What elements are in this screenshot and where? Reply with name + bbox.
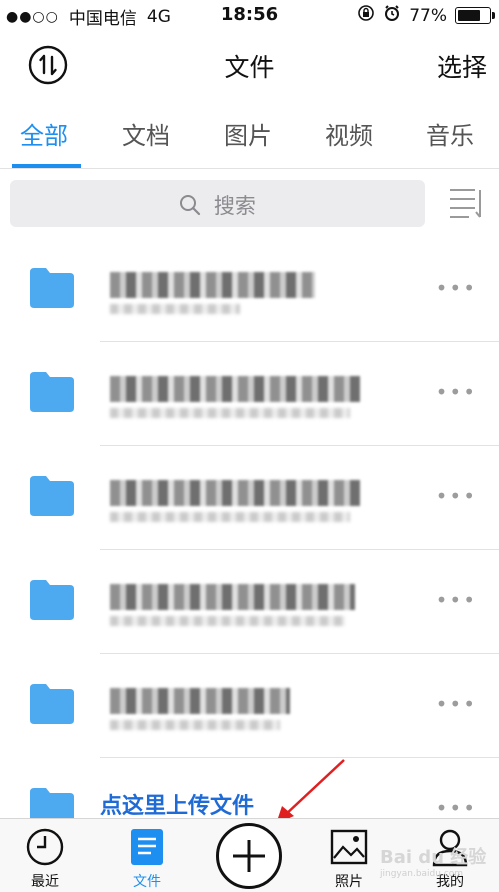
nav-header: 文件 选择 [0, 32, 499, 102]
alarm-icon [383, 4, 401, 27]
tab-images[interactable]: 图片 [224, 116, 272, 151]
folder-icon [30, 684, 74, 724]
more-icon[interactable]: ••• [436, 796, 477, 820]
folder-icon [30, 580, 74, 620]
more-icon[interactable]: ••• [436, 276, 477, 300]
list-item[interactable]: ••• [0, 342, 499, 446]
battery-icon [455, 7, 495, 24]
tabbar-recent-label: 最近 [31, 874, 59, 890]
folder-icon [30, 372, 74, 412]
more-icon[interactable]: ••• [436, 588, 477, 612]
tabbar-files-label: 文件 [133, 874, 161, 890]
filter-list-icon [450, 189, 481, 218]
file-name [110, 584, 355, 610]
plus-icon [233, 840, 265, 872]
battery-percent: 77% [409, 5, 447, 26]
file-list: ••• ••• ••• ••• ••• ••• [0, 238, 499, 862]
active-tab-indicator [12, 164, 81, 168]
watermark-url: jingyan.baidu.com [380, 869, 464, 879]
list-item[interactable]: ••• [0, 238, 499, 342]
file-name [110, 688, 290, 714]
status-bar: ●●○○ 中国电信 4G 18:56 77% [0, 0, 499, 32]
file-meta [110, 512, 350, 522]
file-name [110, 480, 360, 506]
baidu-watermark: Bai du 经验 jingyan.baidu.com [380, 843, 486, 879]
more-icon[interactable]: ••• [436, 380, 477, 404]
search-input[interactable]: 搜索 [10, 180, 425, 227]
file-meta [110, 408, 350, 418]
folder-icon [30, 268, 74, 308]
upload-add-button[interactable] [216, 823, 282, 889]
tabbar-recent[interactable]: 最近 [10, 827, 80, 891]
tabbar-photos-label: 照片 [335, 874, 363, 890]
photo-icon [330, 829, 368, 865]
tab-all[interactable]: 全部 [20, 116, 68, 151]
folder-icon [30, 476, 74, 516]
select-button[interactable]: 选择 [437, 48, 487, 84]
tabbar-photos[interactable]: 照片 [314, 827, 384, 891]
list-filter-button[interactable] [447, 184, 485, 222]
file-meta [110, 304, 240, 314]
upload-hint-annotation: 点这里上传文件 [100, 794, 255, 819]
tab-music[interactable]: 音乐 [426, 116, 474, 151]
document-icon [131, 829, 163, 865]
rotation-lock-icon [357, 4, 375, 27]
more-icon[interactable]: ••• [436, 692, 477, 716]
page-title: 文件 [224, 53, 275, 82]
more-icon[interactable]: ••• [436, 484, 477, 508]
file-meta [110, 616, 345, 626]
list-item[interactable]: ••• [0, 446, 499, 550]
list-item[interactable]: ••• [0, 550, 499, 654]
file-meta [110, 720, 280, 730]
search-icon [180, 195, 201, 216]
file-name [110, 376, 360, 402]
watermark-text: Bai du 经验 [380, 847, 487, 868]
category-tabs: 全部 文档 图片 视频 音乐 [0, 102, 499, 169]
file-name [110, 272, 315, 298]
search-placeholder: 搜索 [213, 194, 256, 218]
list-item[interactable]: ••• [0, 654, 499, 758]
tab-videos[interactable]: 视频 [325, 116, 373, 151]
tabbar-files[interactable]: 文件 [112, 827, 182, 891]
clock-icon [26, 828, 64, 866]
tab-documents[interactable]: 文档 [122, 116, 170, 151]
